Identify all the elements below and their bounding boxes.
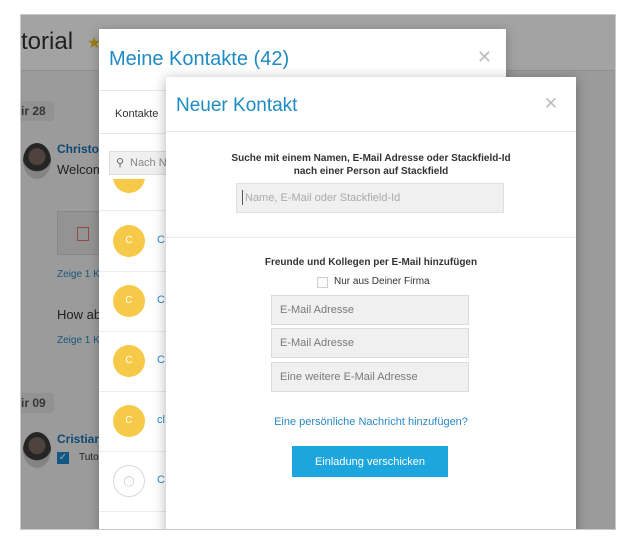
email-field[interactable] [271, 328, 469, 358]
avatar: C [113, 345, 145, 377]
email-field[interactable] [271, 362, 469, 392]
contacts-modal-title: Meine Kontakte (42) [109, 48, 290, 70]
contact-name[interactable]: C [157, 234, 165, 246]
search-heading-line: Suche mit einem Namen, E-Mail Adresse od… [231, 153, 511, 164]
tab-kontakte[interactable]: Kontakte [115, 108, 158, 120]
invite-heading: Freunde und Kollegen per E-Mail hinzufüg… [264, 257, 478, 268]
contact-name[interactable]: cl [157, 414, 165, 426]
search-heading-line: nach einer Person auf Stackfield [293, 166, 449, 177]
company-only-label: Nur aus Deiner Firma [334, 276, 430, 287]
email-field[interactable] [271, 295, 469, 325]
avatar: C [113, 405, 145, 437]
person-search-input[interactable] [236, 183, 504, 213]
user-icon: ◯ [113, 465, 145, 497]
avatar: C [113, 225, 145, 257]
new-contact-modal: Neuer Kontakt ✕ Suche mit einem Namen, E… [166, 77, 576, 529]
search-icon: ⚲ [116, 157, 125, 169]
search-heading: Suche mit einem Namen, E-Mail Adresse od… [166, 152, 576, 178]
new-contact-modal-header: Neuer Kontakt ✕ [166, 77, 576, 132]
new-contact-modal-title: Neuer Kontakt [176, 95, 298, 116]
avatar [113, 179, 145, 193]
send-invitation-button[interactable]: Einladung verschicken [292, 446, 448, 477]
app-frame: torial ★ ir 28 Christo Welcom Zeige 1 K … [20, 14, 616, 530]
contacts-search-placeholder: Nach N [130, 157, 167, 169]
close-icon[interactable]: ✕ [477, 47, 492, 68]
company-only-checkbox[interactable] [317, 277, 328, 288]
contact-name[interactable]: C [157, 354, 165, 366]
personal-message-link[interactable]: Eine persönliche Nachricht hinzufügen? [166, 416, 576, 428]
text-cursor [242, 190, 243, 205]
close-icon[interactable]: ✕ [544, 94, 558, 114]
contact-name[interactable]: C [157, 474, 165, 486]
contact-name[interactable]: C [157, 294, 165, 306]
section-divider [166, 237, 576, 238]
avatar: C [113, 285, 145, 317]
